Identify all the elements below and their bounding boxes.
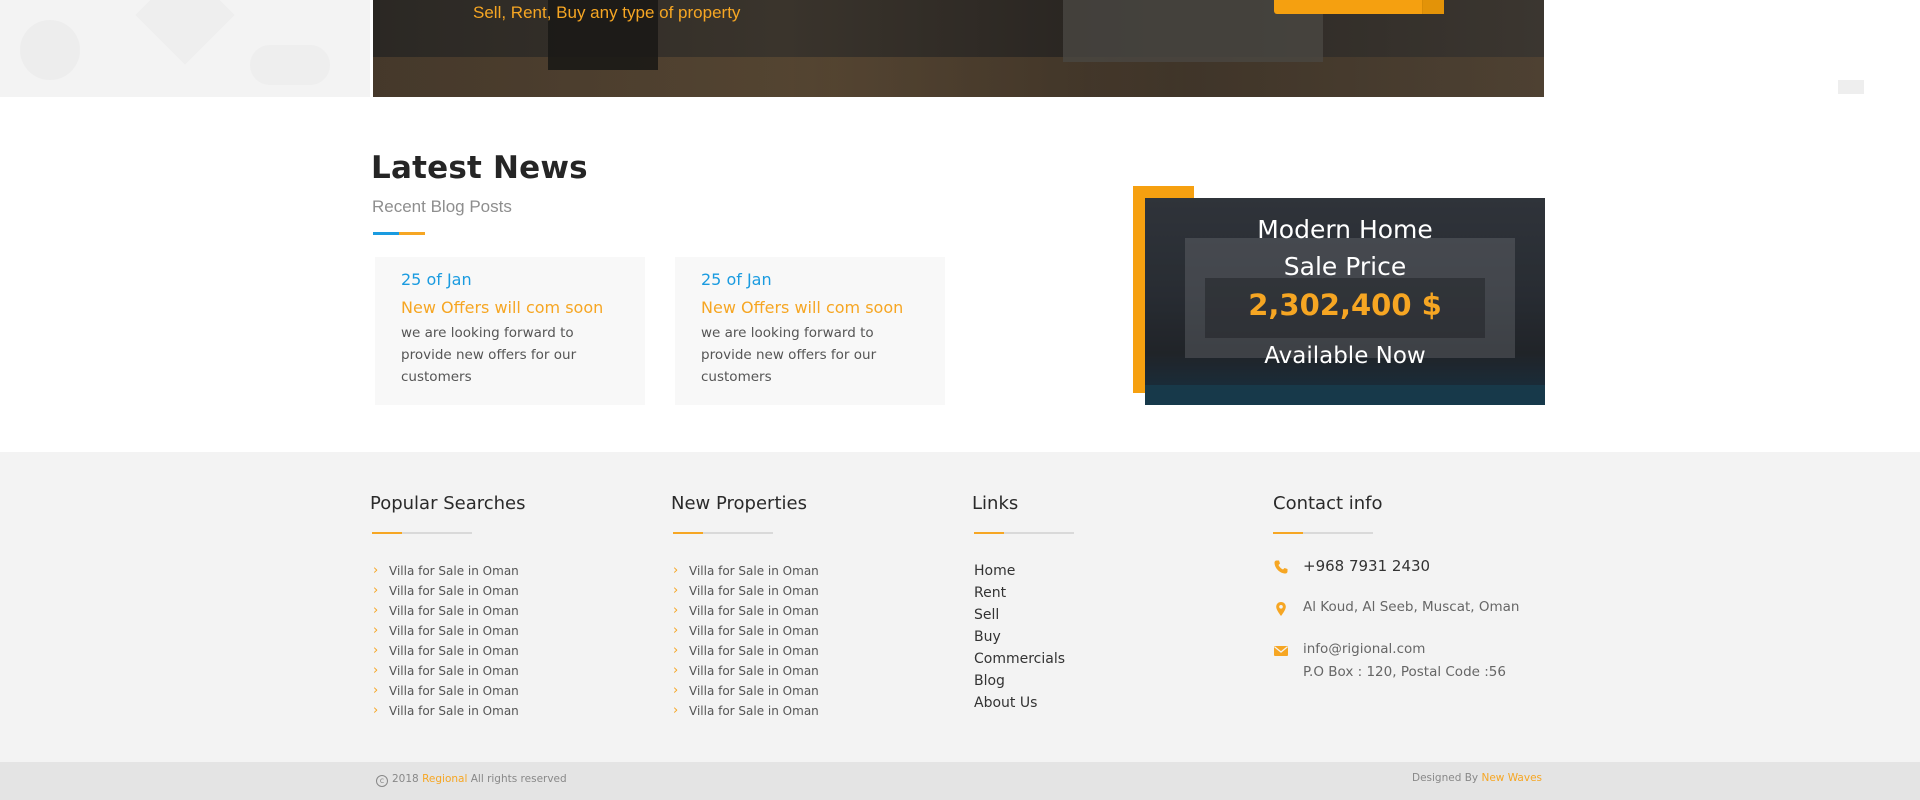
chevron-right-icon: › xyxy=(673,643,679,658)
footer-link-commercials[interactable]: Commercials xyxy=(974,648,1065,670)
list-item[interactable]: › Villa for Sale in Oman xyxy=(673,581,819,601)
copyright-bar: c 2018 Regional All rights reserved Desig… xyxy=(0,762,1920,800)
chevron-right-icon: › xyxy=(373,663,379,678)
heading-rule xyxy=(1273,532,1373,534)
banner-cta-button[interactable] xyxy=(1274,0,1444,14)
news-section-title: Latest News xyxy=(371,150,588,186)
banner-subtitle: Sell, Rent, Buy any type of property xyxy=(473,3,741,22)
chevron-right-icon: › xyxy=(373,563,379,578)
footer-link-home[interactable]: Home xyxy=(974,560,1065,582)
list-item[interactable]: › Villa for Sale in Oman xyxy=(673,641,819,661)
chevron-right-icon: › xyxy=(673,563,679,578)
promo-price-label: Sale Price xyxy=(1283,252,1407,281)
post-excerpt: we are looking forward to provide new of… xyxy=(701,325,877,385)
designed-by-label: Designed By xyxy=(1411,772,1479,784)
decorative-pattern-right xyxy=(1838,80,1864,94)
heading-rule xyxy=(673,532,773,534)
contact-email[interactable]: info@rigional.com xyxy=(1303,641,1425,657)
heading-rule xyxy=(974,532,1074,534)
chevron-right-icon: › xyxy=(373,603,379,618)
chevron-right-icon: › xyxy=(373,643,379,658)
footer-links-list: Home Rent Sell Buy Commercials Blog Abou… xyxy=(974,560,1065,714)
footer-heading-links: Links xyxy=(972,493,1019,514)
promo-card[interactable]: Modern Home Sale Price 2,302,400 $ Avail… xyxy=(1145,198,1545,405)
list-item[interactable]: › Villa for Sale in Oman xyxy=(673,601,819,621)
heading-rule xyxy=(372,532,472,534)
footer-link-about[interactable]: About Us xyxy=(974,692,1065,714)
footer-link-rent[interactable]: Rent xyxy=(974,582,1065,604)
new-properties-list: › Villa for Sale in Oman › Villa for Sale … xyxy=(673,561,819,721)
contact-phone[interactable]: +968 7931 2430 xyxy=(1303,557,1430,575)
post-date: 25 of Jan xyxy=(401,270,472,289)
map-marker-icon xyxy=(1276,602,1286,616)
popular-searches-list: › Villa for Sale in Oman › Villa for Sale … xyxy=(373,561,519,721)
list-item[interactable]: › Villa for Sale in Oman xyxy=(373,681,519,701)
footer-link-blog[interactable]: Blog xyxy=(974,670,1065,692)
list-item[interactable]: › Villa for Sale in Oman xyxy=(673,621,819,641)
list-item[interactable]: › Villa for Sale in Oman xyxy=(373,621,519,641)
copyright-year: 2018 xyxy=(392,773,419,785)
title-underline xyxy=(373,232,425,235)
footer-heading-popular: Popular Searches xyxy=(370,493,526,514)
chevron-right-icon: › xyxy=(673,703,679,718)
blog-post-card[interactable]: 25 of Jan New Offers will com soon we ar… xyxy=(375,257,645,405)
chevron-right-icon xyxy=(1422,0,1444,14)
chevron-right-icon: › xyxy=(673,683,679,698)
list-item[interactable]: › Villa for Sale in Oman xyxy=(673,561,819,581)
footer-link-buy[interactable]: Buy xyxy=(974,626,1065,648)
chevron-right-icon: › xyxy=(673,663,679,678)
phone-icon xyxy=(1274,560,1288,574)
footer-link-sell[interactable]: Sell xyxy=(974,604,1065,626)
list-item[interactable]: › Villa for Sale in Oman xyxy=(673,681,819,701)
list-item[interactable]: › Villa for Sale in Oman xyxy=(373,661,519,681)
list-item[interactable]: › Villa for Sale in Oman xyxy=(373,701,519,721)
promo-availability: Available Now xyxy=(1264,343,1426,369)
footer: Popular Searches › Villa for Sale in Oman… xyxy=(0,452,1920,762)
chevron-right-icon: › xyxy=(373,583,379,598)
post-title[interactable]: New Offers will com soon xyxy=(701,298,903,317)
hero-banner-strip: Sell, Rent, Buy any type of property xyxy=(0,0,1920,97)
chevron-right-icon: › xyxy=(373,703,379,718)
designer-credit: Designed By New Waves xyxy=(1412,772,1542,784)
designer-link[interactable]: New Waves xyxy=(1481,772,1542,784)
rights-text: All rights reserved xyxy=(470,773,567,785)
hero-banner: Sell, Rent, Buy any type of property xyxy=(373,0,1544,97)
post-title[interactable]: New Offers will com soon xyxy=(401,298,603,317)
blog-post-card[interactable]: 25 of Jan New Offers will com soon we ar… xyxy=(675,257,945,405)
chevron-right-icon: › xyxy=(673,603,679,618)
post-date: 25 of Jan xyxy=(701,270,772,289)
list-item[interactable]: › Villa for Sale in Oman xyxy=(673,701,819,721)
list-item[interactable]: › Villa for Sale in Oman xyxy=(373,601,519,621)
footer-heading-new-properties: New Properties xyxy=(671,493,807,514)
chevron-right-icon: › xyxy=(673,623,679,638)
copyright-icon: c xyxy=(376,775,388,787)
list-item[interactable]: › Villa for Sale in Oman xyxy=(373,581,519,601)
copyright-text: c 2018 Regional All rights reserved xyxy=(376,773,567,787)
envelope-icon xyxy=(1274,646,1288,656)
contact-po-box: P.O Box : 120, Postal Code :56 xyxy=(1303,664,1506,680)
chevron-right-icon: › xyxy=(673,583,679,598)
promo-price: 2,302,400 $ xyxy=(1248,288,1442,322)
post-excerpt: we are looking forward to provide new of… xyxy=(401,325,577,385)
chevron-right-icon: › xyxy=(373,683,379,698)
brand-link[interactable]: Regional xyxy=(422,773,467,785)
promo-heading: Modern Home xyxy=(1257,215,1433,244)
contact-address: Al Koud, Al Seeb, Muscat, Oman xyxy=(1303,599,1520,615)
list-item[interactable]: › Villa for Sale in Oman xyxy=(673,661,819,681)
list-item[interactable]: › Villa for Sale in Oman xyxy=(373,641,519,661)
list-item[interactable]: › Villa for Sale in Oman xyxy=(373,561,519,581)
news-section-subtitle: Recent Blog Posts xyxy=(372,197,512,216)
footer-heading-contact: Contact info xyxy=(1273,493,1383,514)
chevron-right-icon: › xyxy=(373,623,379,638)
decorative-pattern-left xyxy=(0,0,370,97)
